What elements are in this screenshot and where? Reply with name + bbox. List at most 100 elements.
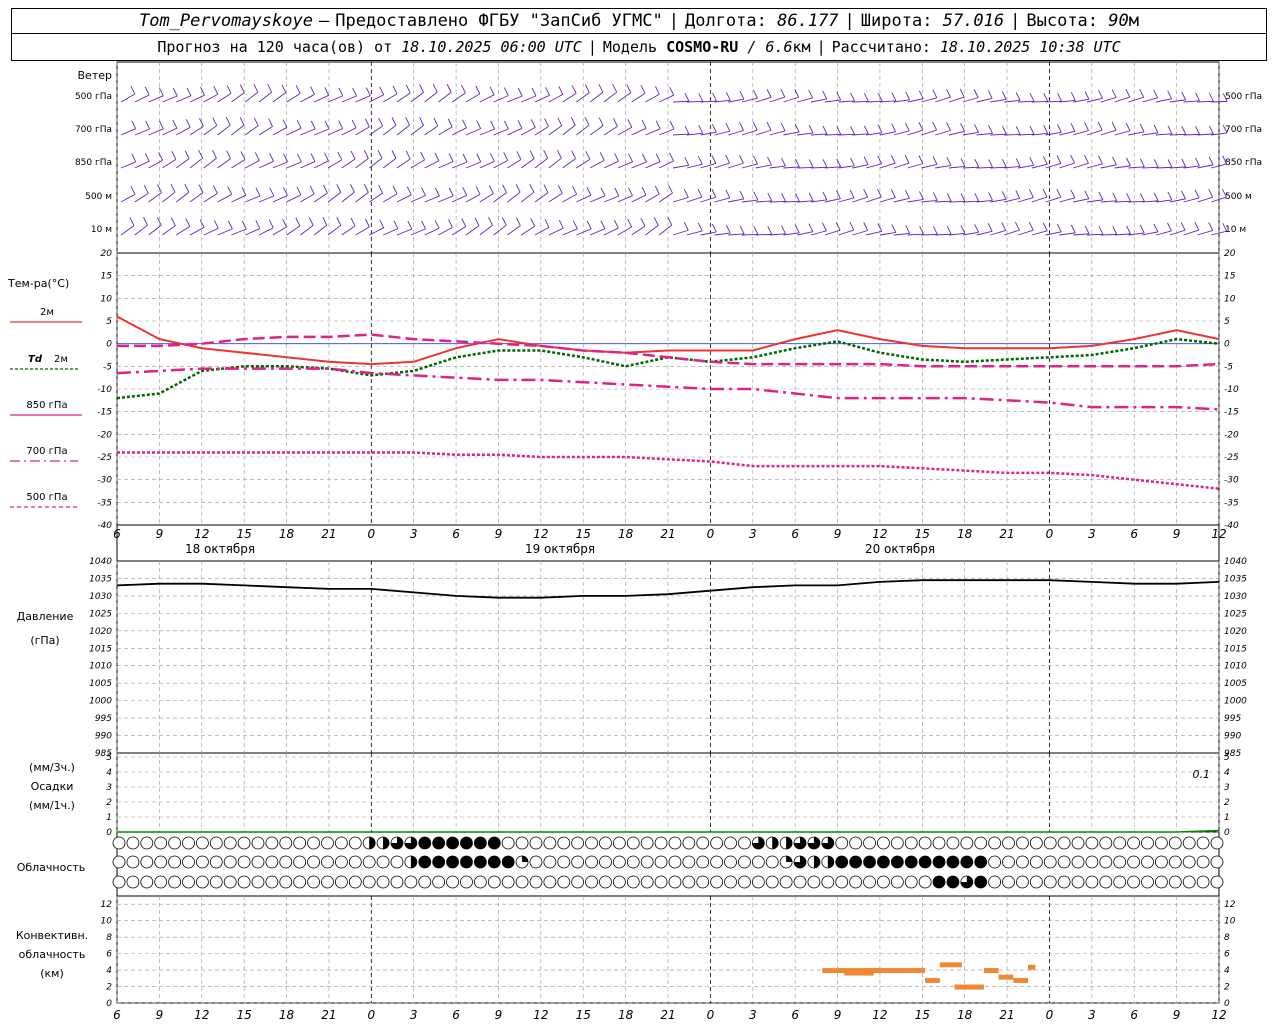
pressure-tick-label-right: 1005 — [1224, 679, 1247, 689]
wind-barb-feather — [600, 220, 606, 229]
wind-barb-feather — [1056, 223, 1062, 232]
wind-barb-feather — [363, 150, 369, 159]
wind-barb-feather — [421, 187, 426, 196]
cloud-circle — [348, 855, 362, 869]
wind-barb — [741, 233, 759, 236]
wind-barb — [741, 163, 758, 169]
wind-barb-feather — [863, 156, 869, 165]
cloud-circle — [1210, 836, 1224, 850]
cloud-fill-partial — [786, 837, 793, 849]
temp-tick-label: 0 — [106, 340, 112, 350]
wind-barb-feather — [794, 123, 800, 133]
wind-barb-feather — [199, 118, 204, 127]
temp-tick-label: -35 — [97, 498, 112, 508]
cloud-circle — [696, 855, 710, 869]
wind-barb — [617, 195, 633, 203]
wind-barb — [382, 125, 397, 136]
wind-barb-feather — [863, 125, 869, 134]
wind-barb-feather — [297, 153, 302, 163]
x-tick-label: 21 — [999, 527, 1014, 541]
wind-barb — [1128, 200, 1145, 203]
wind-barb — [189, 125, 204, 136]
wind-barb-feather — [1180, 222, 1186, 231]
wind-barb-feather — [1208, 156, 1214, 166]
wind-barb-feather — [586, 186, 592, 196]
wind-barb — [617, 92, 632, 103]
wind-barb-feather — [268, 219, 274, 229]
wind-barb — [907, 163, 924, 169]
wind-barb — [962, 166, 979, 169]
wind-barb — [1045, 163, 1062, 169]
wind-barb — [465, 225, 480, 236]
wind-barb-feather — [283, 153, 288, 163]
wind-barb — [341, 127, 357, 136]
cloud-circle — [1155, 855, 1168, 869]
wind-barb-feather — [973, 89, 979, 98]
wind-barb-feather — [282, 218, 287, 228]
wind-level-label-right: 850 гПа — [1225, 158, 1262, 168]
wind-barb — [658, 192, 673, 203]
wind-barb-feather — [310, 86, 315, 95]
wind-barb-feather — [490, 120, 496, 130]
conv-tick-label-right: 10 — [1224, 917, 1236, 927]
cloud-circle — [751, 875, 765, 889]
wind-barb-feather — [378, 117, 384, 127]
x-tick-label: 0 — [1046, 527, 1054, 541]
cloud-circle — [1016, 875, 1029, 889]
wind-barb-feather — [503, 87, 509, 96]
cloud-circle — [362, 855, 376, 869]
cloud-circle — [612, 836, 626, 850]
cloud-circle — [599, 836, 612, 850]
wind-barb — [520, 158, 535, 169]
cloud-fill — [974, 856, 987, 868]
wind-barb — [1031, 196, 1048, 203]
wind-barb — [603, 91, 617, 103]
wind-barb-feather — [794, 193, 800, 202]
wind-barb — [479, 94, 495, 103]
wind-barb — [1197, 229, 1213, 236]
wind-level-label: 500 м — [85, 192, 112, 202]
wind-barb — [1197, 164, 1214, 169]
wind-barb-feather — [364, 218, 370, 228]
wind-barb — [507, 127, 523, 136]
wind-barb-feather — [172, 87, 178, 97]
wind-barb-feather — [697, 188, 703, 198]
wind-barb — [327, 225, 342, 236]
wind-barb — [769, 200, 786, 203]
wind-barb-feather — [891, 224, 897, 233]
wind-barb — [148, 159, 163, 169]
cloud-circle — [1168, 875, 1182, 889]
cloud-circle — [529, 855, 543, 869]
wind-barb-feather — [502, 184, 507, 193]
x-tick-label: 6 — [113, 527, 121, 541]
wind-barb — [700, 131, 717, 136]
wind-barb-feather — [808, 192, 814, 201]
wind-barb — [990, 198, 1007, 203]
wind-barb — [396, 158, 411, 169]
cloud-circle — [1155, 836, 1168, 850]
cloud-fill — [488, 856, 501, 868]
wind-barb — [507, 225, 521, 236]
x-tick-label: 15 — [915, 1008, 930, 1022]
wind-barb-feather — [780, 122, 786, 132]
x-tick-label: 12 — [533, 1008, 548, 1022]
clouds-label: Облачность — [17, 861, 86, 874]
cloud-circle — [1002, 836, 1015, 850]
wind-barb — [1155, 199, 1172, 203]
temp-tick-label-right: -15 — [1224, 408, 1239, 418]
wind-barb-feather — [129, 217, 135, 226]
wind-barb — [603, 227, 619, 236]
wind-barb — [1086, 97, 1103, 103]
wind-barb-feather — [337, 151, 343, 161]
x-tick-label: 12 — [872, 527, 887, 541]
wind-barb-feather — [336, 217, 342, 226]
wind-barb-feather — [932, 121, 938, 131]
wind-barb-feather — [904, 154, 910, 164]
wind-barb-feather — [350, 217, 356, 227]
wind-barb — [493, 128, 509, 136]
wind-barb-feather — [628, 153, 633, 163]
wind-barb-feather — [614, 152, 619, 162]
wind-barb-feather — [655, 153, 661, 162]
wind-barb — [258, 227, 274, 236]
wind-barb-feather — [640, 217, 646, 227]
